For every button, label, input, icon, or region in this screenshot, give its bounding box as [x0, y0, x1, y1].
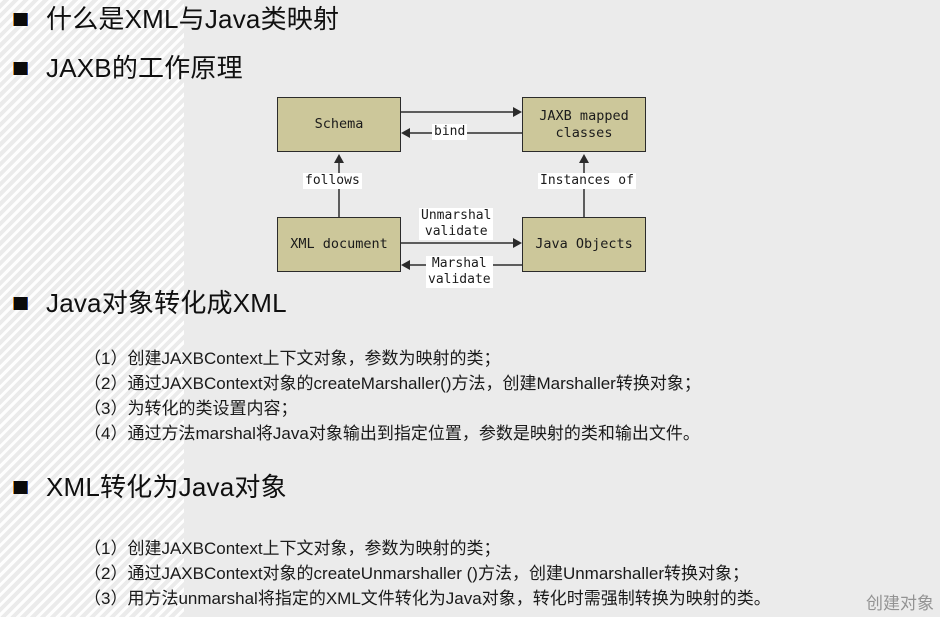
- diagram-box-jaxb-line1: JAXB mapped: [539, 107, 629, 124]
- diagram-label-unmarshal: Unmarshal validate: [419, 208, 494, 240]
- square-bullet-icon: [14, 481, 27, 494]
- square-bullet-icon: [14, 13, 27, 26]
- watermark-text: 创建对象: [866, 594, 934, 613]
- connector-xml-to-schema-follows: [338, 163, 340, 217]
- diagram-label-unmarshal-line2: validate: [424, 224, 488, 239]
- diagram-box-xml-document-label: XML document: [290, 236, 388, 252]
- connector-schema-to-jaxb: [401, 111, 513, 113]
- list-item: （1）创建JAXBContext上下文对象，参数为映射的类；: [84, 349, 501, 368]
- connector-java-objects-to-jaxb: [583, 163, 585, 217]
- diagram-box-java-objects-label: Java Objects: [535, 236, 633, 252]
- arrowhead-up-icon: [334, 154, 344, 163]
- arrowhead-right-icon: [513, 107, 522, 117]
- diagram-label-unmarshal-line1: Unmarshal: [421, 208, 492, 223]
- list-item: （1）创建JAXBContext上下文对象，参数为映射的类；: [84, 539, 501, 558]
- diagram-label-marshal: Marshal validate: [426, 256, 493, 288]
- heading-3-label: Java对象转化成XML: [46, 288, 287, 318]
- heading-java-object-to-xml: Java对象转化成XML: [14, 288, 287, 318]
- diagram-label-marshal-line2: validate: [428, 272, 491, 287]
- diagram-label-marshal-line1: Marshal: [431, 256, 487, 271]
- list-item: （2）通过JAXBContext对象的createMarshaller()方法，…: [84, 374, 701, 393]
- list-item: （3）用方法unmarshal将指定的XML文件转化为Java对象，转化时需强制…: [84, 589, 771, 608]
- list-item: （3）为转化的类设置内容；: [84, 399, 298, 418]
- connector-xml-to-java-unmarshal: [401, 242, 513, 244]
- heading-jaxb-working-principle: JAXB的工作原理: [14, 53, 243, 83]
- marshal-steps-list: （1）创建JAXBContext上下文对象，参数为映射的类； （2）通过JAXB…: [84, 346, 701, 446]
- arrowhead-left-icon: [401, 128, 410, 138]
- square-bullet-icon: [14, 62, 27, 75]
- diagram-label-bind: bind: [432, 124, 468, 140]
- list-item: （2）通过JAXBContext对象的createUnmarshaller ()…: [84, 564, 750, 583]
- diagram-label-instances-of: Instances of: [538, 173, 636, 189]
- arrowhead-left-icon: [401, 260, 410, 270]
- heading-1-label: 什么是XML与Java类映射: [46, 4, 340, 34]
- heading-what-is-xml-java-mapping: 什么是XML与Java类映射: [14, 4, 339, 34]
- diagram-box-java-objects: Java Objects: [522, 217, 646, 272]
- list-item: （4）通过方法marshal将Java对象输出到指定位置，参数是映射的类和输出文…: [84, 424, 700, 443]
- diagram-box-xml-document: XML document: [277, 217, 401, 272]
- heading-4-label: XML转化为Java对象: [46, 472, 287, 502]
- heading-2-label: JAXB的工作原理: [46, 53, 243, 83]
- arrowhead-right-icon: [513, 238, 522, 248]
- jaxb-architecture-diagram: Schema JAXB mapped classes XML document …: [186, 84, 746, 294]
- diagram-label-follows: follows: [303, 173, 362, 189]
- diagram-box-schema-label: Schema: [314, 116, 364, 132]
- unmarshal-steps-list: （1）创建JAXBContext上下文对象，参数为映射的类； （2）通过JAXB…: [84, 536, 771, 611]
- diagram-box-jaxb-mapped-classes: JAXB mapped classes: [522, 97, 646, 152]
- heading-xml-to-java-object: XML转化为Java对象: [14, 472, 287, 502]
- arrowhead-up-icon: [579, 154, 589, 163]
- diagram-box-jaxb-line2: classes: [555, 124, 613, 141]
- diagram-box-schema: Schema: [277, 97, 401, 152]
- square-bullet-icon: [14, 297, 27, 310]
- slide-canvas: 什么是XML与Java类映射 JAXB的工作原理 Schema JAXB map…: [0, 0, 940, 617]
